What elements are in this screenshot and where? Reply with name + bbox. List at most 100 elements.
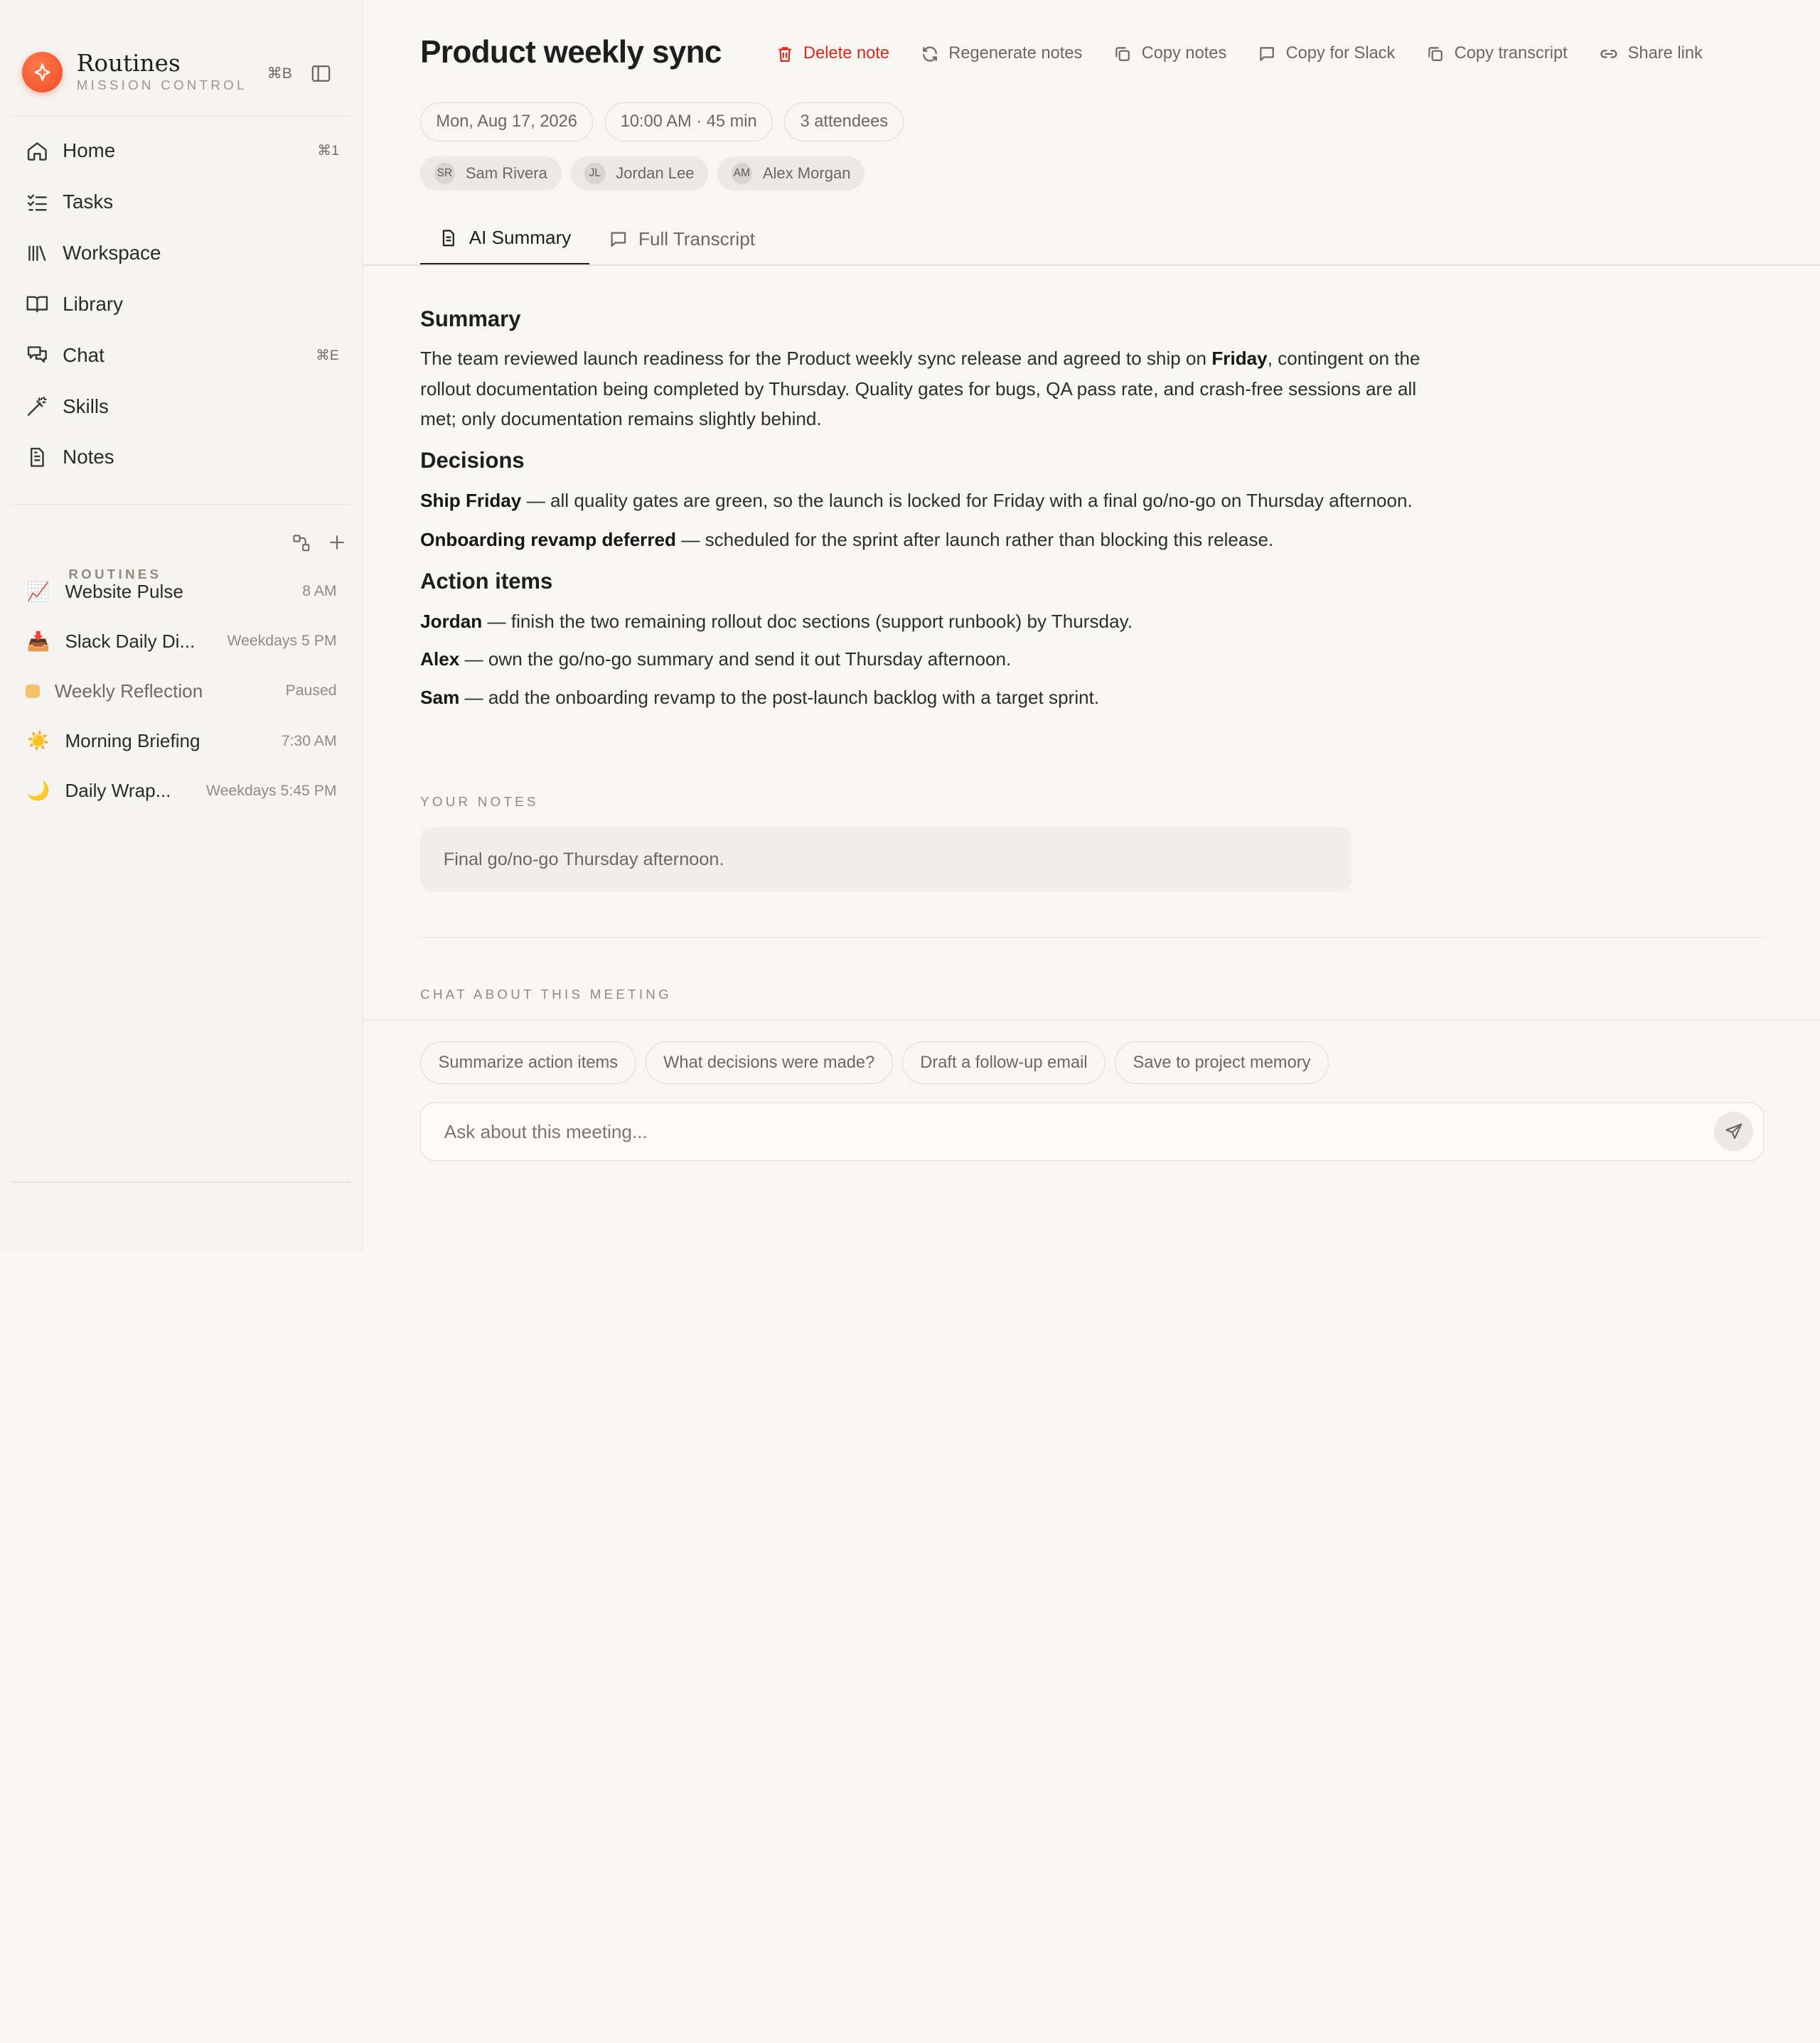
tabs-divider (363, 264, 1820, 266)
app-window: Routines MISSION CONTROL ⌘B Home ⌘1 Task… (0, 0, 1820, 1252)
routine-item-slack-digest[interactable]: 📥 Slack Daily Di... Weekdays 5 PM (11, 616, 350, 666)
sidebar-item-workspace[interactable]: Workspace (11, 227, 350, 279)
routine-name: Daily Wrap... (65, 780, 171, 802)
delete-note-label: Delete note (803, 44, 890, 63)
home-icon (26, 139, 49, 163)
copy-transcript-label: Copy transcript (1454, 44, 1568, 63)
chat-section-label: CHAT ABOUT THIS MEETING (420, 987, 672, 1002)
brand: Routines MISSION CONTROL ⌘B (22, 49, 353, 94)
routine-flow-icon[interactable] (291, 533, 311, 558)
copy-for-slack-button[interactable]: Copy for Slack (1258, 44, 1395, 64)
attendee-count[interactable]: 3 attendees (784, 102, 904, 142)
sidebar-item-home[interactable]: Home ⌘1 (11, 125, 350, 176)
copy-icon (1426, 45, 1445, 63)
brand-name: Routines (76, 49, 181, 77)
routine-schedule: 7:30 AM (281, 732, 337, 749)
trash-icon (776, 45, 794, 63)
add-routine-icon[interactable] (328, 533, 346, 558)
sidebar-item-library[interactable]: Library (11, 279, 350, 330)
sidebar-divider (11, 114, 351, 117)
your-notes-label: YOUR NOTES (420, 793, 539, 809)
attendee-chip: JL Jordan Lee (570, 156, 709, 191)
your-notes-field[interactable]: Final go/no-go Thursday afternoon. (420, 827, 1351, 892)
inbox-emoji-icon: 📥 (26, 630, 50, 652)
summary-paragraph: The team reviewed launch readiness for t… (420, 348, 1420, 430)
suggestion-chip[interactable]: Draft a follow-up email (901, 1041, 1106, 1085)
attendee-chip: AM Alex Morgan (717, 156, 865, 191)
copy-icon (1113, 45, 1132, 63)
paused-dot-icon (25, 684, 40, 699)
wand-icon (26, 395, 49, 418)
routine-name: Website Pulse (65, 580, 183, 602)
message-icon (609, 230, 628, 250)
note-toolbar: Delete note Regenerate notes Copy notes … (776, 44, 1703, 64)
chart-emoji-icon: 📈 (26, 580, 50, 602)
routine-name: Slack Daily Di... (65, 630, 196, 652)
summary-heading: Summary (420, 306, 521, 332)
message-icon (1258, 45, 1276, 63)
meeting-time: 10:00 AM · 45 min (604, 102, 773, 142)
page-title: Product weekly sync (420, 34, 722, 70)
sidebar-toggle-icon[interactable] (310, 63, 332, 90)
routine-name: Weekly Reflection (54, 680, 203, 702)
action-item: Jordan — finish the two remaining rollou… (420, 610, 1133, 632)
action-item: Alex — own the go/no-go summary and send… (420, 648, 1012, 670)
meeting-meta: Mon, Aug 17, 2026 10:00 AM · 45 min 3 at… (420, 102, 904, 142)
routines-list: 📈 Website Pulse 8 AM 📥 Slack Daily Di...… (11, 567, 350, 816)
brand-subtitle: MISSION CONTROL (76, 77, 247, 93)
tab-full-transcript[interactable]: Full Transcript (589, 213, 774, 266)
copy-notes-label: Copy notes (1141, 44, 1227, 63)
chat-input[interactable] (444, 1120, 1740, 1143)
routine-item-website-pulse[interactable]: 📈 Website Pulse 8 AM (11, 567, 350, 616)
sidebar-item-notes[interactable]: Notes (11, 431, 350, 483)
ai-summary-content: Summary The team reviewed launch readine… (420, 306, 1430, 726)
link-icon (1599, 44, 1619, 64)
suggestion-chip[interactable]: What decisions were made? (645, 1041, 893, 1085)
sidebar-item-label: Tasks (63, 191, 114, 213)
sidebar-item-chat[interactable]: Chat ⌘E (11, 330, 350, 381)
send-button[interactable] (1713, 1111, 1754, 1152)
action-item: Sam — add the onboarding revamp to the p… (420, 687, 1100, 709)
copy-for-slack-label: Copy for Slack (1285, 44, 1396, 63)
chat-suggestions: Summarize action items What decisions we… (420, 1041, 1329, 1085)
decision-item: Onboarding revamp deferred — scheduled f… (420, 529, 1274, 551)
chat-input-container (420, 1103, 1764, 1161)
shortcut-hint: ⌘E (316, 347, 339, 363)
suggestion-chip[interactable]: Summarize action items (420, 1041, 636, 1085)
meeting-note-view: Product weekly sync Delete note Regenera… (363, 0, 1820, 1251)
note-icon (26, 446, 49, 469)
sidebar-item-label: Chat (63, 343, 105, 366)
routine-status: Paused (285, 682, 337, 699)
send-icon (1724, 1122, 1744, 1142)
routine-item-morning-briefing[interactable]: ☀️ Morning Briefing 7:30 AM (11, 717, 350, 766)
delete-note-button[interactable]: Delete note (776, 44, 889, 64)
tab-ai-summary[interactable]: AI Summary (420, 213, 590, 266)
attendee-name: Sam Rivera (465, 164, 547, 183)
note-tabs: AI Summary Full Transcript (420, 213, 774, 266)
sidebar-divider (11, 1181, 351, 1184)
tasks-icon (26, 191, 49, 214)
regenerate-notes-label: Regenerate notes (948, 44, 1083, 63)
routine-schedule: 8 AM (302, 583, 337, 599)
copy-notes-button[interactable]: Copy notes (1113, 44, 1226, 64)
copy-transcript-button[interactable]: Copy transcript (1426, 44, 1568, 64)
attendee-name: Alex Morgan (762, 164, 851, 183)
workspace-icon (26, 242, 49, 265)
sidebar-item-label: Workspace (63, 241, 161, 264)
meeting-date: Mon, Aug 17, 2026 (420, 102, 594, 142)
tab-label: Full Transcript (638, 227, 755, 250)
avatar: AM (731, 163, 753, 184)
attendee-chip: SR Sam Rivera (420, 156, 562, 191)
routine-item-daily-wrap[interactable]: 🌙 Daily Wrap... Weekdays 5:45 PM (11, 766, 350, 816)
routine-schedule: Weekdays 5 PM (227, 633, 337, 650)
share-link-button[interactable]: Share link (1599, 44, 1703, 64)
refresh-icon (921, 45, 939, 63)
sun-emoji-icon: ☀️ (26, 730, 50, 752)
sidebar-item-tasks[interactable]: Tasks (11, 176, 350, 227)
suggestion-chip[interactable]: Save to project memory (1115, 1041, 1329, 1085)
moon-emoji-icon: 🌙 (26, 780, 50, 802)
routine-item-weekly-reflection[interactable]: Weekly Reflection Paused (11, 666, 350, 716)
regenerate-notes-button[interactable]: Regenerate notes (921, 44, 1082, 64)
sidebar-item-skills[interactable]: Skills (11, 381, 350, 432)
sidebar-item-label: Library (63, 292, 123, 315)
